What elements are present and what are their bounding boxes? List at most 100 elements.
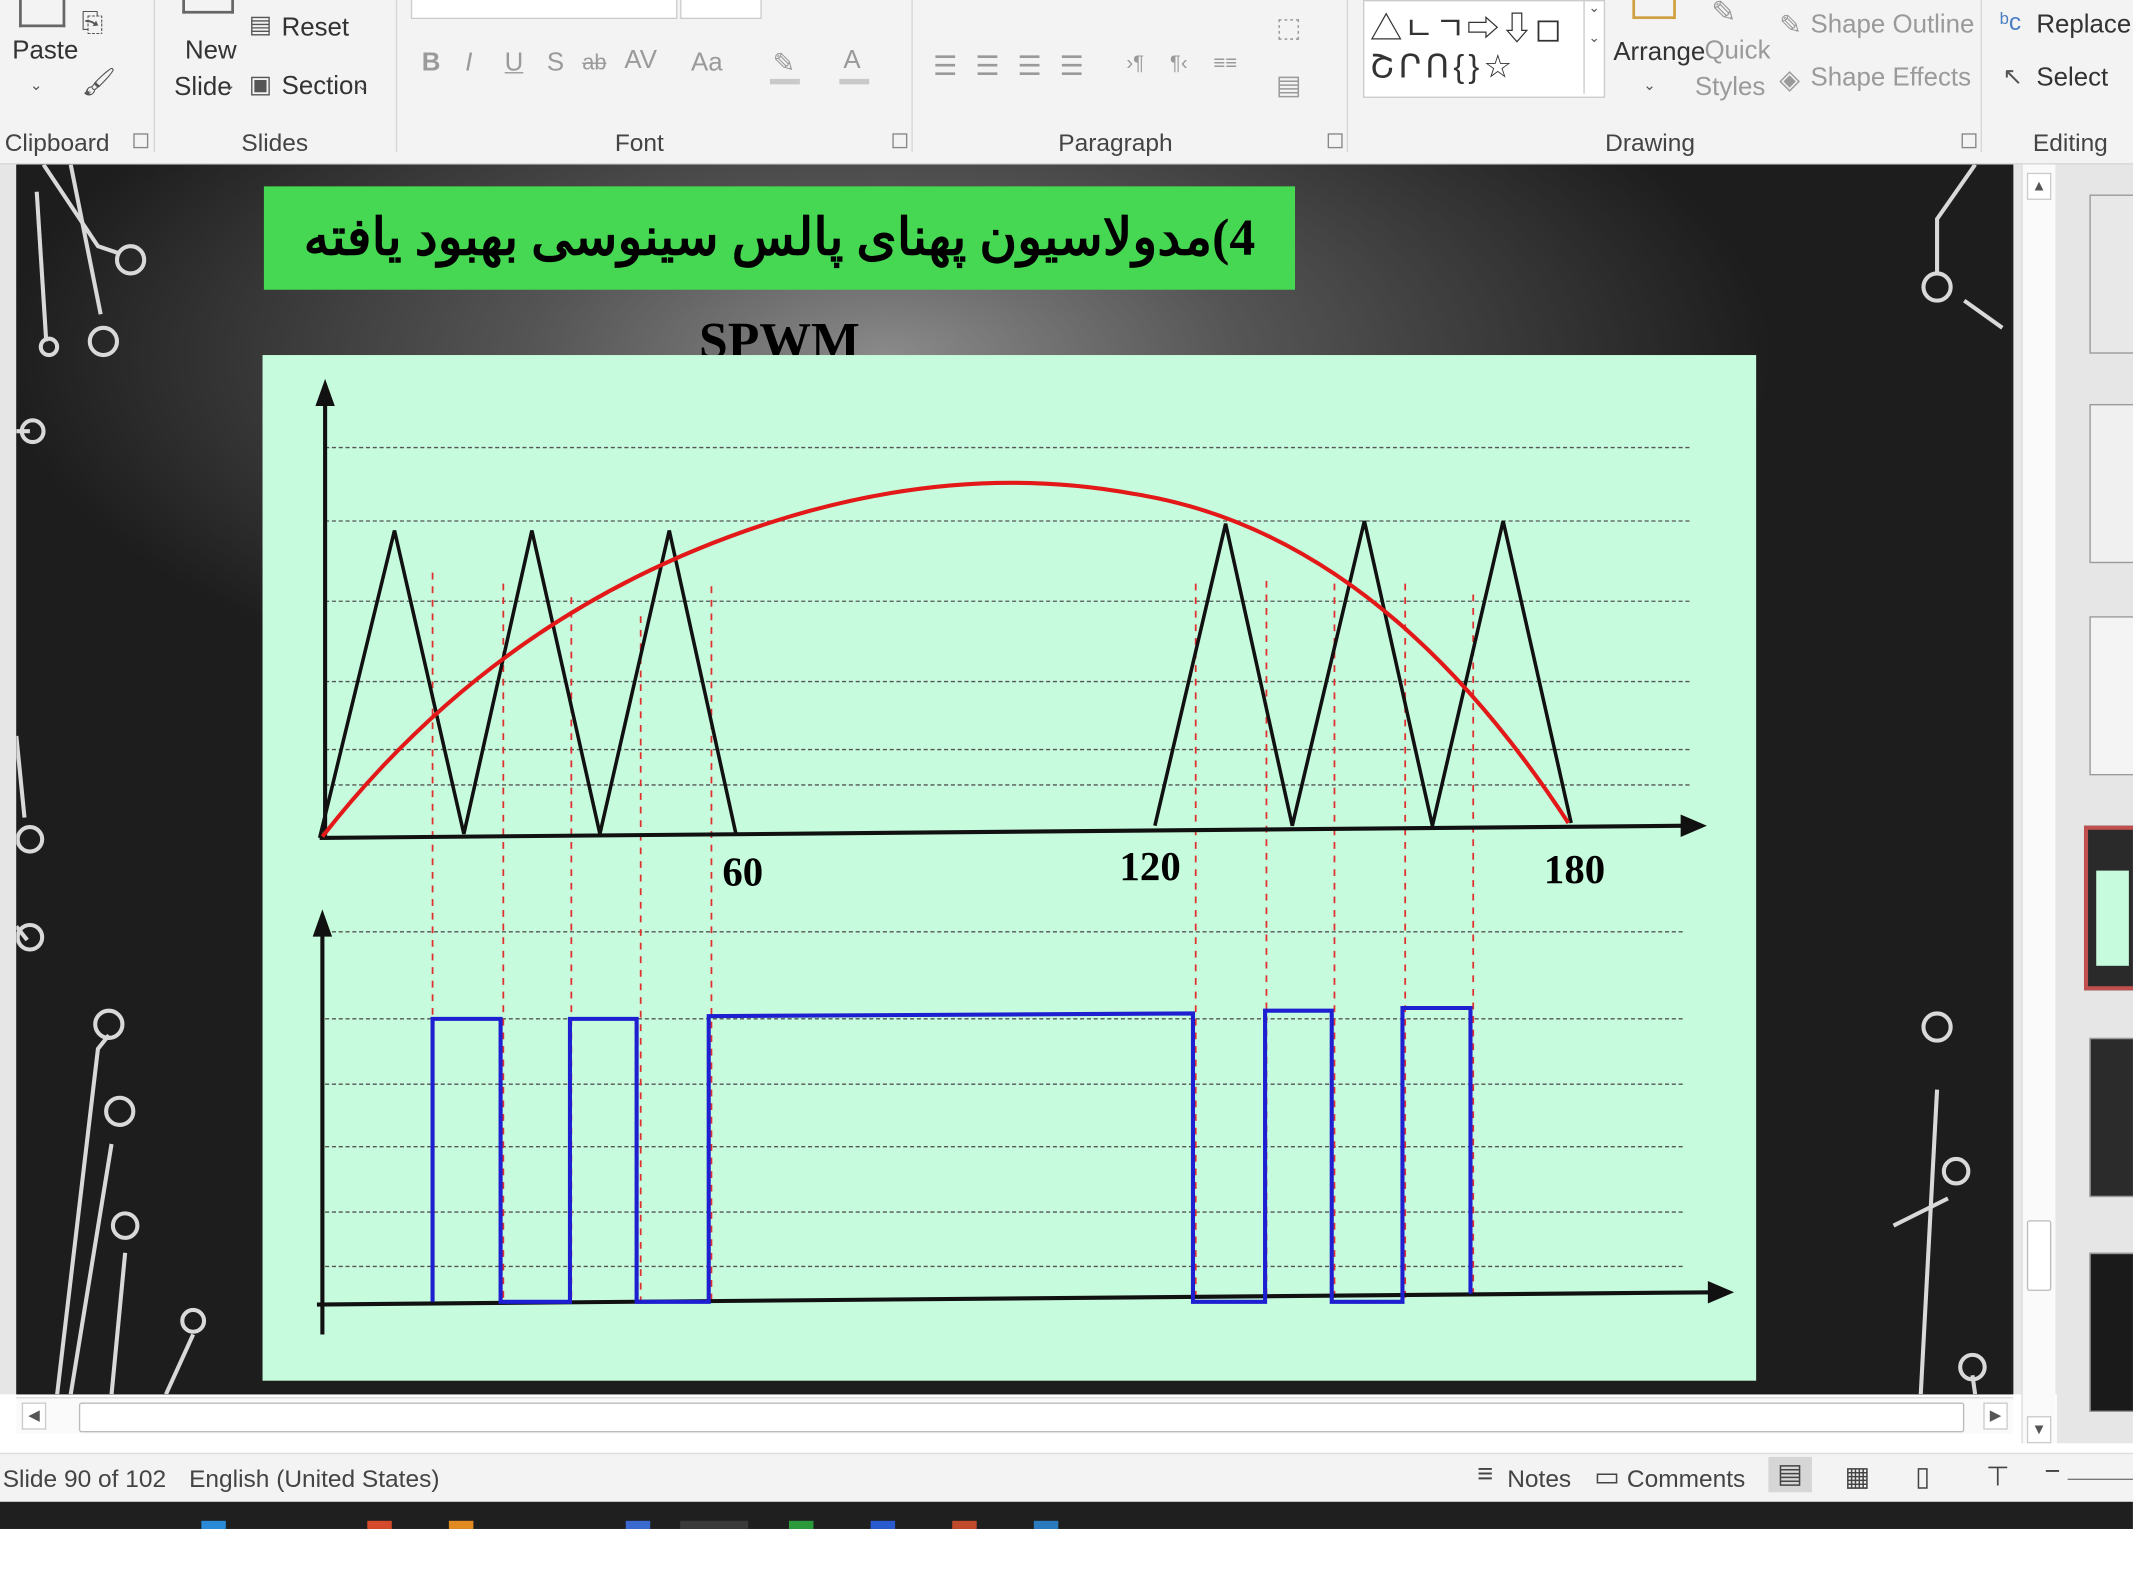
arrange-icon[interactable] xyxy=(1632,0,1676,20)
quick-styles-line1[interactable]: Quick xyxy=(1704,37,1770,67)
comments-icon[interactable]: ▭ xyxy=(1594,1460,1620,1494)
axis-label-60: 60 xyxy=(722,850,763,895)
paragraph-launcher-icon[interactable] xyxy=(1327,133,1343,149)
italic-button[interactable]: I xyxy=(465,49,472,79)
format-painter-icon[interactable]: 🖌 xyxy=(82,65,117,99)
font-name-box[interactable] xyxy=(410,0,678,20)
scroll-down-icon[interactable]: ▼ xyxy=(2026,1416,2052,1444)
select-button[interactable]: Select xyxy=(2036,64,2108,94)
replace-button[interactable]: Replace xyxy=(2036,11,2131,41)
underline-button[interactable]: U xyxy=(505,49,524,79)
spwm-diagram[interactable]: 60 120 180 xyxy=(262,355,1757,1381)
paste-button[interactable]: Paste xyxy=(12,37,78,67)
taskbar-app-icon[interactable] xyxy=(448,1520,474,1529)
taskbar-app-icon[interactable] xyxy=(870,1520,896,1529)
horizontal-scroll-thumb[interactable] xyxy=(78,1402,1965,1433)
shapes-row-2-icon[interactable]: ՇՐՈ{}☆ xyxy=(1370,48,1517,87)
slide-title-box[interactable]: 4)مدولاسیون پهنای پالس سینوسی بهبود یافت… xyxy=(263,186,1296,371)
copy-icon[interactable]: ⎘ xyxy=(82,8,104,39)
group-separator xyxy=(1980,0,1982,153)
align-text-icon[interactable]: ▤ xyxy=(1276,68,1302,102)
new-slide-button-line1[interactable]: New xyxy=(185,37,237,67)
change-case-button[interactable]: Aa xyxy=(691,49,723,79)
slide-thumbnail[interactable] xyxy=(2089,194,2133,354)
reading-view-icon[interactable]: ▯ xyxy=(1915,1460,1930,1494)
bold-button[interactable]: B xyxy=(422,49,441,79)
scroll-right-icon[interactable]: ▶ xyxy=(1983,1402,2008,1430)
chevron-down-icon[interactable]: ⌄ xyxy=(223,76,236,94)
align-right-icon[interactable]: ☰ xyxy=(1018,49,1042,83)
slide-thumbnail[interactable] xyxy=(2089,1037,2133,1198)
drawing-launcher-icon[interactable] xyxy=(1961,133,1977,149)
clipboard-launcher-icon[interactable] xyxy=(133,133,149,149)
notes-button[interactable]: Notes xyxy=(1507,1465,1571,1494)
slide-show-icon[interactable]: ⊤ xyxy=(1986,1460,2010,1494)
shape-effects-icon[interactable]: ◈ xyxy=(1779,63,1800,97)
comments-button[interactable]: Comments xyxy=(1627,1465,1745,1494)
quick-styles-icon[interactable]: ✎ xyxy=(1711,0,1736,30)
justify-icon[interactable]: ☰ xyxy=(1060,49,1084,83)
shapes-gallery[interactable]: △ㄴㄱ⇨⇩◻ ՇՐՈ{}☆ ⌄ ⌄ xyxy=(1363,0,1606,98)
slide-canvas[interactable]: 4)مدولاسیون پهنای پالس سینوسی بهبود یافت… xyxy=(16,164,2014,1395)
arrange-button[interactable]: Arrange xyxy=(1613,38,1705,68)
chevron-down-icon[interactable]: ⌄ xyxy=(30,76,43,94)
taskbar-app-icon[interactable] xyxy=(788,1520,814,1529)
replace-icon[interactable]: ᵇc xyxy=(2000,8,2021,37)
taskbar-app-icon[interactable] xyxy=(952,1520,977,1529)
select-icon[interactable]: ↖ xyxy=(2002,63,2023,92)
slide-thumbnail[interactable] xyxy=(2089,616,2133,776)
slide-editor: 4)مدولاسیون پهنای پالس سینوسی بهبود یافت… xyxy=(0,164,2133,1395)
horizontal-scrollbar[interactable]: ◀ ▶ xyxy=(16,1397,2014,1434)
font-color-button[interactable]: A xyxy=(843,46,860,76)
section-button[interactable]: Section xyxy=(282,72,368,102)
slide-counter: Slide 90 of 102 xyxy=(2,1465,167,1493)
notes-icon[interactable]: ≡ xyxy=(1477,1460,1493,1491)
chevron-down-icon[interactable]: ⌄ xyxy=(356,76,369,94)
slide-thumbnail[interactable] xyxy=(2089,1252,2133,1412)
vertical-scroll-thumb[interactable] xyxy=(2026,1220,2052,1291)
shape-outline-button[interactable]: Shape Outline xyxy=(1811,11,1975,41)
taskbar-app-icon[interactable] xyxy=(201,1520,226,1529)
zoom-out-icon[interactable]: − xyxy=(2045,1457,2061,1488)
vertical-scrollbar[interactable]: ▲ ▼ xyxy=(2021,164,2056,1444)
shape-outline-icon[interactable]: ✎ xyxy=(1779,8,1802,42)
shadow-button[interactable]: S xyxy=(547,49,564,79)
align-left-icon[interactable]: ☰ xyxy=(933,49,957,83)
text-direction-icon[interactable]: ⬚ xyxy=(1276,11,1302,45)
ltr-icon[interactable]: ›¶ xyxy=(1126,52,1144,75)
slide-thumbnail[interactable] xyxy=(2089,404,2133,564)
font-color-bar xyxy=(839,78,870,85)
columns-icon[interactable]: ≡≡ xyxy=(1213,52,1237,75)
spwm-pulse-train xyxy=(430,1005,1473,1304)
taskbar-app-icon[interactable] xyxy=(1033,1520,1059,1529)
reset-icon[interactable]: ▤ xyxy=(249,11,272,40)
character-spacing-button[interactable]: AV xyxy=(624,46,657,76)
shapes-row-1-icon[interactable]: △ㄴㄱ⇨⇩◻ xyxy=(1370,1,1563,49)
rtl-icon[interactable]: ¶‹ xyxy=(1170,52,1188,75)
font-launcher-icon[interactable] xyxy=(892,133,908,149)
shape-effects-button[interactable]: Shape Effects xyxy=(1811,64,1971,94)
zoom-slider[interactable] xyxy=(2067,1478,2133,1481)
new-slide-icon[interactable] xyxy=(182,0,234,14)
reset-button[interactable]: Reset xyxy=(282,14,350,44)
taskbar-app-icon[interactable] xyxy=(367,1520,392,1529)
scroll-left-icon[interactable]: ◀ xyxy=(21,1402,47,1430)
normal-view-icon[interactable]: ▤ xyxy=(1768,1456,1812,1493)
language-indicator[interactable]: English (United States) xyxy=(189,1465,439,1494)
taskbar-app-icon[interactable] xyxy=(680,1520,749,1529)
slide-sorter-icon[interactable]: ▦ xyxy=(1845,1460,1871,1494)
gallery-scroll-icon[interactable]: ⌄ ⌄ xyxy=(1583,1,1603,94)
strikethrough-button[interactable]: ab xyxy=(582,52,606,76)
quick-styles-line2[interactable]: Styles xyxy=(1695,73,1765,103)
paste-icon[interactable] xyxy=(19,0,66,28)
highlight-icon[interactable]: ✎ xyxy=(773,46,796,80)
font-size-box[interactable] xyxy=(680,0,762,20)
slide-thumbnail-active[interactable] xyxy=(2083,825,2133,991)
align-center-icon[interactable]: ☰ xyxy=(975,49,999,83)
chevron-down-icon[interactable]: ⌄ xyxy=(1643,76,1656,94)
scroll-up-icon[interactable]: ▲ xyxy=(2026,172,2052,200)
taskbar-app-icon[interactable] xyxy=(625,1520,651,1529)
carrier-triangle-wave-2 xyxy=(1153,520,1573,827)
slide-title: 4)مدولاسیون پهنای پالس سینوسی بهبود یافت… xyxy=(303,209,1256,371)
section-icon[interactable]: ▣ xyxy=(249,71,272,100)
